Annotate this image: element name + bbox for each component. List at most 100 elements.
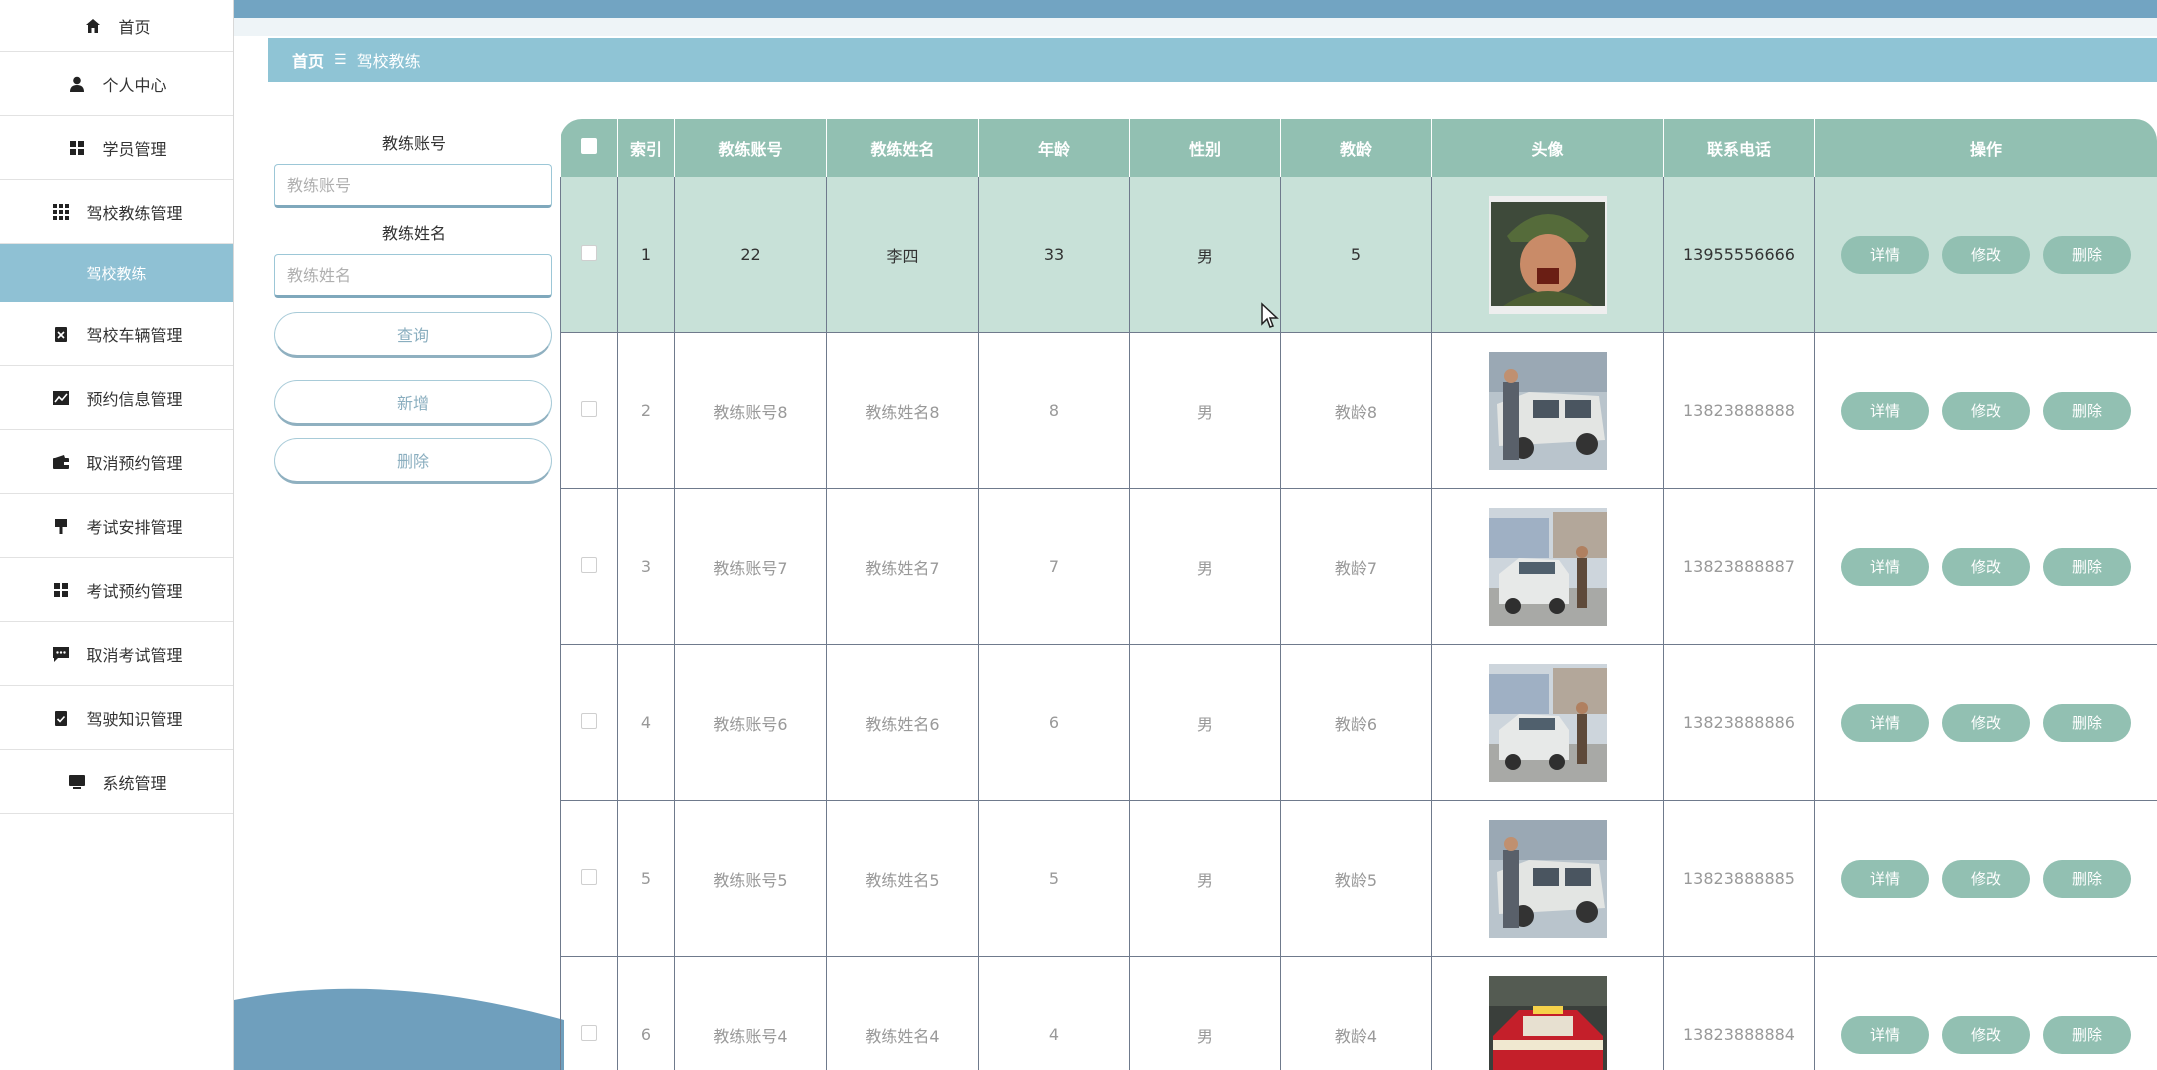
cell-phone: 13823888884 bbox=[1663, 956, 1815, 1070]
row-checkbox[interactable] bbox=[581, 556, 597, 573]
column-header: 性别 bbox=[1129, 119, 1281, 177]
row-checkbox[interactable] bbox=[581, 400, 597, 417]
cell-actions: 详情 修改 删除 bbox=[1814, 177, 2157, 333]
cell-index: 3 bbox=[617, 488, 675, 645]
sidebar-item-7[interactable]: 取消预约管理 bbox=[0, 430, 233, 494]
avatar bbox=[1488, 507, 1607, 626]
row-checkbox[interactable] bbox=[581, 712, 597, 729]
detail-button[interactable]: 详情 bbox=[1841, 235, 1929, 274]
edit-button[interactable]: 修改 bbox=[1942, 547, 2030, 586]
cell-account: 22 bbox=[674, 177, 827, 333]
detail-button[interactable]: 详情 bbox=[1841, 1015, 1929, 1054]
grid-icon bbox=[50, 579, 72, 601]
chart-icon bbox=[50, 387, 72, 409]
table-row[interactable]: 2 教练账号8 教练姓名8 8 男教龄8 13823888888 详情 修改 删除 bbox=[560, 332, 2157, 489]
delete-button[interactable]: 删除 bbox=[274, 438, 552, 484]
cell-years: 教龄5 bbox=[1280, 800, 1432, 957]
sidebar-item-3[interactable]: 驾校教练管理 bbox=[0, 180, 233, 244]
sidebar-item-8[interactable]: 考试安排管理 bbox=[0, 494, 233, 558]
table-row[interactable]: 5 教练账号5 教练姓名5 5 男教龄5 13823888885 详情 修改 删除 bbox=[560, 800, 2157, 957]
edit-button[interactable]: 修改 bbox=[1942, 703, 2030, 742]
row-delete-button[interactable]: 删除 bbox=[2043, 703, 2131, 742]
cell-phone: 13823888888 bbox=[1663, 332, 1815, 489]
sidebar-item-12[interactable]: 系统管理 bbox=[0, 750, 233, 814]
grid-icon bbox=[66, 137, 88, 159]
column-header: 教练账号 bbox=[674, 119, 827, 177]
cell-photo bbox=[1431, 956, 1664, 1070]
edit-button[interactable]: 修改 bbox=[1942, 859, 2030, 898]
sidebar-item-10[interactable]: 取消考试管理 bbox=[0, 622, 233, 686]
table-row[interactable]: 1 22 李四 33 男 5 13955556666 详情 修改 删除 bbox=[560, 177, 2157, 333]
edit-button[interactable]: 修改 bbox=[1942, 1015, 2030, 1054]
row-select-cell bbox=[560, 177, 618, 333]
sidebar-subitem-coach[interactable]: 驾校教练 bbox=[0, 244, 233, 302]
row-delete-button[interactable]: 删除 bbox=[2043, 391, 2131, 430]
query-button[interactable]: 查询 bbox=[274, 312, 552, 358]
edit-button[interactable]: 修改 bbox=[1942, 235, 2030, 274]
sidebar-item-2[interactable]: 学员管理 bbox=[0, 116, 233, 180]
cell-name: 教练姓名6 bbox=[826, 644, 979, 801]
wallet-icon bbox=[50, 451, 72, 473]
cell-account: 教练账号7 bbox=[674, 488, 827, 645]
sidebar-item-label: 驾校教练 bbox=[86, 264, 147, 283]
cell-years: 教龄7 bbox=[1280, 488, 1432, 645]
sidebar-item-9[interactable]: 考试预约管理 bbox=[0, 558, 233, 622]
account-label: 教练账号 bbox=[381, 134, 446, 153]
cell-index: 5 bbox=[617, 800, 675, 957]
sidebar-item-label: 预约信息管理 bbox=[86, 389, 183, 409]
cell-photo bbox=[1431, 488, 1664, 645]
breadcrumb-separator-icon: ☰ bbox=[334, 52, 347, 68]
cell-actions: 详情 修改 删除 bbox=[1814, 644, 2157, 801]
detail-button[interactable]: 详情 bbox=[1841, 391, 1929, 430]
detail-button[interactable]: 详情 bbox=[1841, 703, 1929, 742]
cell-gender: 男 bbox=[1129, 956, 1281, 1070]
row-delete-button[interactable]: 删除 bbox=[2043, 859, 2131, 898]
cell-age: 8 bbox=[978, 332, 1130, 489]
row-checkbox[interactable] bbox=[581, 244, 597, 261]
top-bar-strip bbox=[234, 18, 2157, 36]
cell-name: 教练姓名4 bbox=[826, 956, 979, 1070]
sidebar-item-label: 驾校教练管理 bbox=[86, 203, 183, 223]
detail-button[interactable]: 详情 bbox=[1841, 547, 1929, 586]
add-button[interactable]: 新增 bbox=[274, 380, 552, 426]
account-search-input[interactable] bbox=[274, 164, 552, 208]
sidebar-item-6[interactable]: 预约信息管理 bbox=[0, 366, 233, 430]
detail-button[interactable]: 详情 bbox=[1841, 859, 1929, 898]
table-row[interactable]: 6 教练账号4 教练姓名4 4 男教龄4 13823888884 详情 修改 删除 bbox=[560, 956, 2157, 1070]
home-icon bbox=[82, 15, 104, 37]
column-header: 索引 bbox=[617, 119, 675, 177]
cell-age: 33 bbox=[978, 177, 1130, 333]
decorative-wave bbox=[234, 988, 564, 1070]
column-header: 操作 bbox=[1814, 119, 2157, 177]
clipboard-x-icon bbox=[50, 323, 72, 345]
row-delete-button[interactable]: 删除 bbox=[2043, 547, 2131, 586]
cell-age: 7 bbox=[978, 488, 1130, 645]
cell-photo bbox=[1431, 644, 1664, 801]
sidebar-item-1[interactable]: 个人中心 bbox=[0, 52, 233, 116]
edit-button[interactable]: 修改 bbox=[1942, 391, 2030, 430]
search-panel: 教练账号 教练姓名 查询 新增 删除 bbox=[274, 128, 554, 484]
row-select-cell bbox=[560, 644, 618, 801]
sidebar: 首页个人中心 学员管理驾校教练管理 驾校教练驾校车辆管理 预约信息管理取消预约管理 考试… bbox=[0, 0, 233, 1070]
cell-years: 5 bbox=[1280, 177, 1432, 333]
row-delete-button[interactable]: 删除 bbox=[2043, 235, 2131, 274]
sidebar-item-5[interactable]: 驾校车辆管理 bbox=[0, 302, 233, 366]
column-header: 年龄 bbox=[978, 119, 1130, 177]
row-checkbox[interactable] bbox=[581, 1024, 597, 1041]
sidebar-item-label: 首页 bbox=[118, 17, 151, 37]
sidebar-item-label: 驾校车辆管理 bbox=[86, 325, 183, 345]
breadcrumb-current: 驾校教练 bbox=[356, 52, 421, 71]
cell-years: 教龄6 bbox=[1280, 644, 1432, 801]
sidebar-item-0[interactable]: 首页 bbox=[0, 0, 233, 52]
table-row[interactable]: 3 教练账号7 教练姓名7 7 男教龄7 13823888887 详情 修改 删除 bbox=[560, 488, 2157, 645]
apps-icon bbox=[50, 201, 72, 223]
name-search-input[interactable] bbox=[274, 254, 552, 298]
table-row[interactable]: 4 教练账号6 教练姓名6 6 男教龄6 13823888886 详情 修改 删除 bbox=[560, 644, 2157, 801]
name-label: 教练姓名 bbox=[381, 224, 446, 243]
row-delete-button[interactable]: 删除 bbox=[2043, 1015, 2131, 1054]
sidebar-item-11[interactable]: 驾驶知识管理 bbox=[0, 686, 233, 750]
breadcrumb-home[interactable]: 首页 bbox=[292, 48, 324, 72]
select-all-checkbox[interactable] bbox=[581, 138, 597, 154]
user-icon bbox=[66, 73, 88, 95]
row-checkbox[interactable] bbox=[581, 868, 597, 885]
